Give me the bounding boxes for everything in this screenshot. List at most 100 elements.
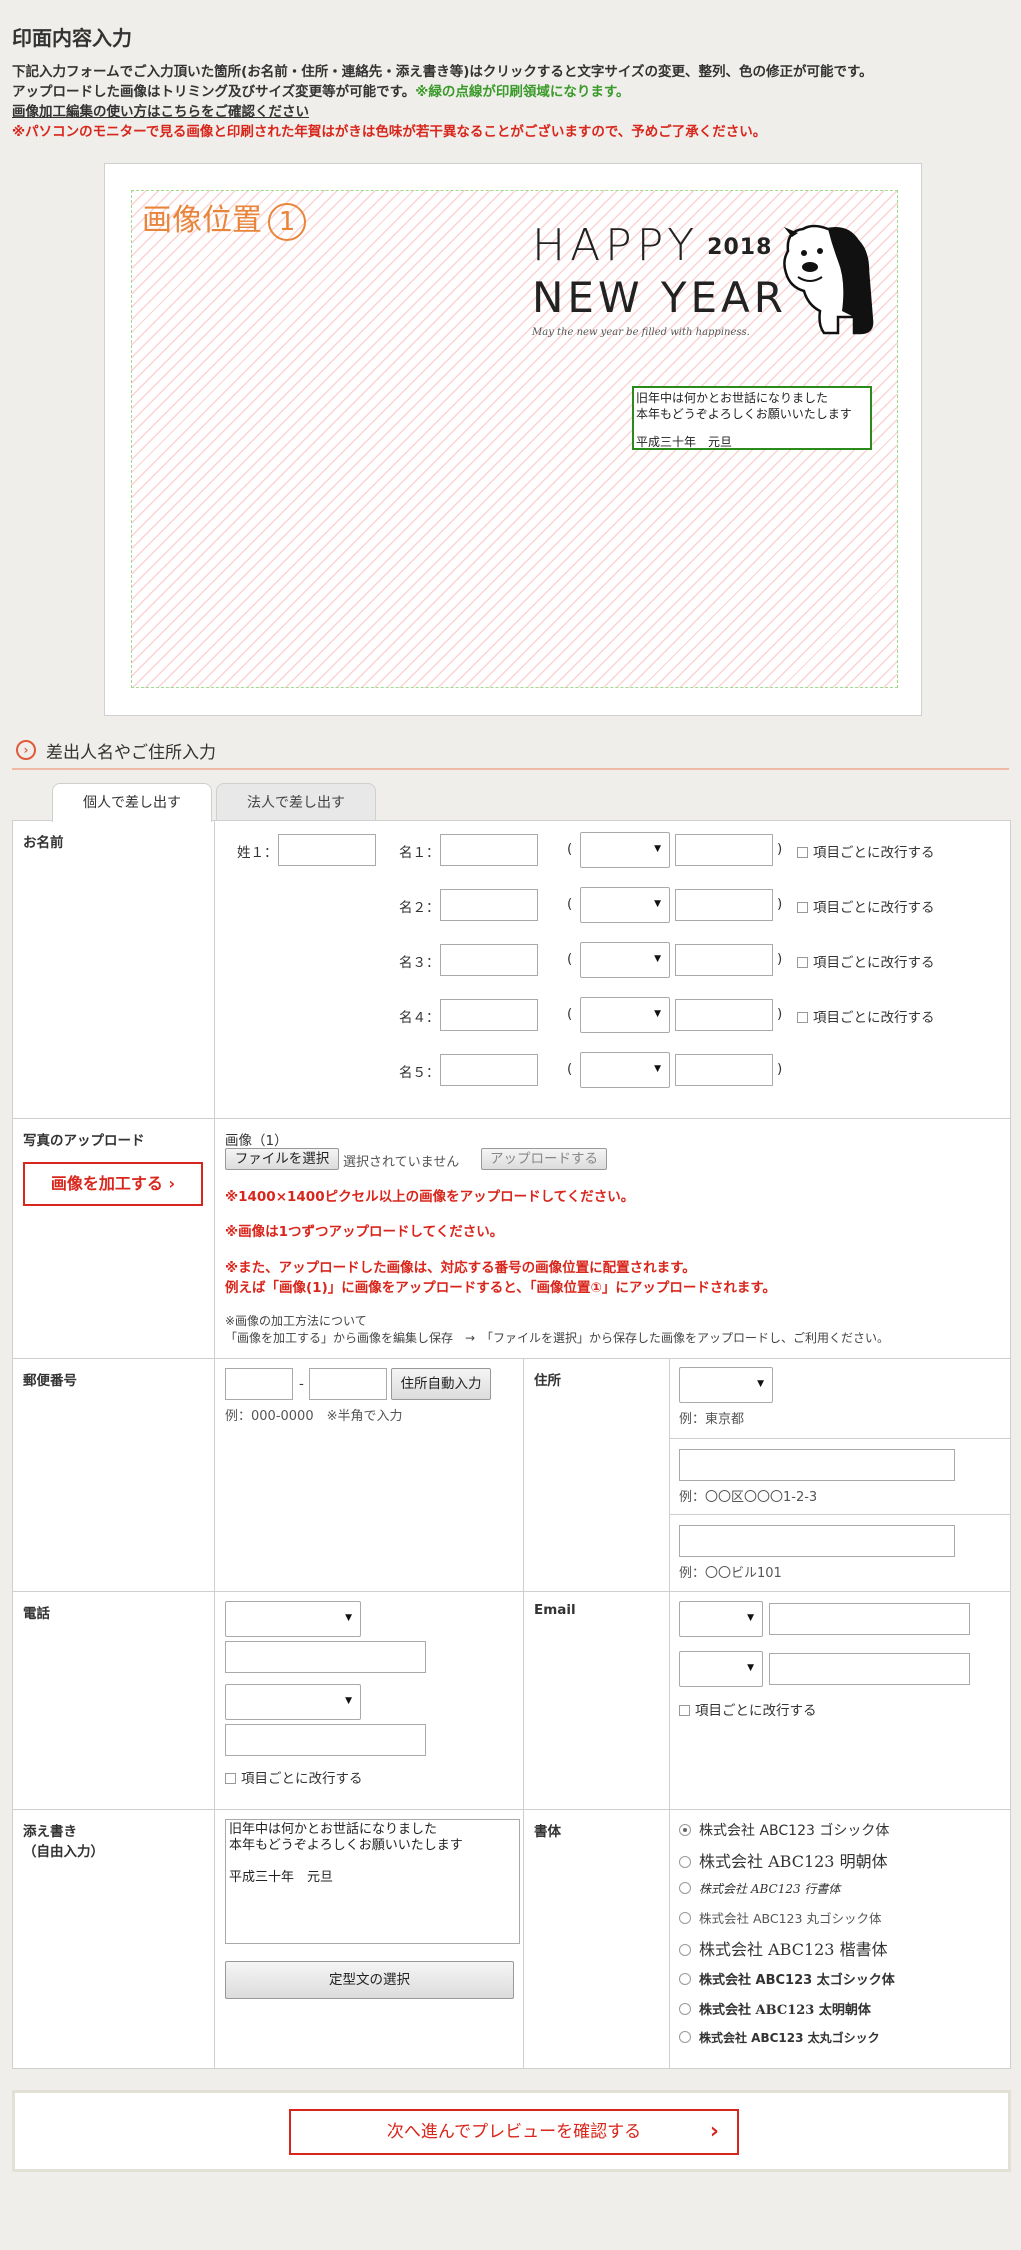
prefecture-example: 例：東京都 <box>679 1412 745 1427</box>
phone-type-2-select[interactable] <box>225 1684 361 1720</box>
postal-code-input-2[interactable] <box>309 1368 387 1400</box>
phone-type-1-select[interactable] <box>225 1601 361 1637</box>
given-name-2-input[interactable] <box>440 889 538 921</box>
phone-1-input[interactable] <box>225 1641 426 1673</box>
chevron-right-icon: › <box>709 2119 719 2144</box>
font-option-bold-mincho[interactable]: 株式会社 ABC123 太明朝体 <box>679 1999 871 2018</box>
font-option-maru-gothic[interactable]: 株式会社 ABC123 丸ゴシック体 <box>679 1908 881 1927</box>
phone-label: 電話 <box>23 1606 50 1622</box>
honorific-5-select[interactable] <box>580 1052 670 1088</box>
linebreak-checkbox-3[interactable]: 項目ごとに改行する <box>797 951 935 971</box>
given-name-1-label: 名１： <box>399 845 440 861</box>
phone-linebreak-checkbox[interactable]: 項目ごとに改行する <box>225 1767 363 1787</box>
email-type-2-select[interactable] <box>679 1651 763 1687</box>
title-4-input[interactable] <box>675 999 773 1031</box>
choose-file-button[interactable]: ファイルを選択 <box>225 1148 339 1170</box>
given-name-1-input[interactable] <box>440 834 538 866</box>
hny-new-year: NEW YEAR <box>532 273 787 322</box>
address-line1-input[interactable] <box>679 1449 955 1481</box>
email-label: Email <box>534 1602 576 1618</box>
color-disclaimer: ※パソコンのモニターで見る画像と印刷された年賀はがきは色味が若干異なることがござ… <box>12 124 767 140</box>
intro-line2: アップロードした画像はトリミング及びサイズ変更等が可能です。※緑の点線が印刷領域… <box>12 82 873 102</box>
next-preview-button[interactable]: 次へ進んでプレビューを確認する › <box>289 2109 739 2155</box>
address-line2-input[interactable] <box>679 1525 955 1557</box>
paren-close: ) <box>777 951 783 967</box>
greeting-line1: 旧年中は何かとお世話になりました <box>636 391 829 405</box>
edit-image-button[interactable]: 画像を加工する › <box>23 1162 203 1206</box>
paren-open: ( <box>567 1006 573 1022</box>
upload-note-example: 例えば「画像(1)」に画像をアップロードすると、「画像位置①」にアップロードされ… <box>225 1280 777 1296</box>
paren-close: ) <box>777 1006 783 1022</box>
postal-code-input-1[interactable] <box>225 1368 293 1400</box>
honorific-4-select[interactable] <box>580 997 670 1033</box>
email-linebreak-checkbox[interactable]: 項目ごとに改行する <box>679 1699 817 1719</box>
given-name-5-input[interactable] <box>440 1054 538 1086</box>
chevron-right-icon: › <box>168 1174 176 1193</box>
linebreak-checkbox-2[interactable]: 項目ごとに改行する <box>797 896 935 916</box>
given-name-3-label: 名３： <box>399 955 440 971</box>
surname-label: 姓１： <box>237 845 278 861</box>
paren-open: ( <box>567 841 573 857</box>
upload-note-size: ※1400×1400ピクセル以上の画像をアップロードしてください。 <box>225 1189 635 1205</box>
card-preview: 画像位置 1 HAPPY 2018 NEW YEAR May the new yea… <box>104 163 922 716</box>
image-position-label: 画像位置 1 <box>142 195 306 241</box>
font-option-gyosho[interactable]: 株式会社 ABC123 行書体 <box>679 1880 840 1897</box>
linebreak-checkbox-4[interactable]: 項目ごとに改行する <box>797 1006 935 1026</box>
prefecture-select[interactable] <box>679 1367 773 1403</box>
tab-corporate[interactable]: 法人で差し出す <box>216 783 376 821</box>
upload-note-one-at-a-time: ※画像は1つずつアップロードしてください。 <box>225 1224 504 1240</box>
greeting-text-box[interactable]: 旧年中は何かとお世話になりました 本年もどうぞよろしくお願いいたします 平成三十… <box>632 386 872 450</box>
note-label: 添え書き <box>23 1824 77 1840</box>
honorific-1-select[interactable] <box>580 832 670 868</box>
hny-happy: HAPPY <box>532 220 700 271</box>
given-name-4-label: 名４： <box>399 1010 440 1026</box>
paren-open: ( <box>567 896 573 912</box>
paren-open: ( <box>567 951 573 967</box>
linebreak-checkbox-1[interactable]: 項目ごとに改行する <box>797 841 935 861</box>
postal-code-label: 郵便番号 <box>23 1373 77 1389</box>
font-option-bold-gothic[interactable]: 株式会社 ABC123 太ゴシック体 <box>679 1969 895 1988</box>
happy-new-year-text: HAPPY 2018 NEW YEAR May the new year be f… <box>532 220 787 339</box>
image-position-text: 画像位置 <box>142 203 262 238</box>
sender-section-header: › 差出人名やご住所入力 <box>12 738 1009 770</box>
given-name-4-input[interactable] <box>440 999 538 1031</box>
image-position-number: 1 <box>268 202 306 241</box>
surname-input[interactable] <box>278 834 376 866</box>
auto-address-button[interactable]: 住所自動入力 <box>391 1368 491 1400</box>
font-option-gothic[interactable]: 株式会社 ABC123 ゴシック体 <box>679 1820 889 1840</box>
upload-button[interactable]: アップロードする <box>481 1148 607 1170</box>
name-label: お名前 <box>23 835 64 851</box>
title-3-input[interactable] <box>675 944 773 976</box>
print-area[interactable]: 画像位置 1 HAPPY 2018 NEW YEAR May the new yea… <box>131 190 898 688</box>
hny-subtitle: May the new year be filled with happines… <box>532 327 750 338</box>
intro-line2-text: アップロードした画像はトリミング及びサイズ変更等が可能です。 <box>12 84 416 100</box>
chevron-right-circle-icon: › <box>16 740 36 760</box>
paren-open: ( <box>567 1061 573 1077</box>
font-option-mincho[interactable]: 株式会社 ABC123 明朝体 <box>679 1848 888 1872</box>
template-select-button[interactable]: 定型文の選択 <box>225 1961 514 1999</box>
hny-year: 2018 <box>707 235 773 260</box>
honorific-3-select[interactable] <box>580 942 670 978</box>
postal-dash: - <box>299 1376 304 1392</box>
next-step-area: 次へ進んでプレビューを確認する › <box>12 2090 1011 2172</box>
font-option-kaisho[interactable]: 株式会社 ABC123 楷書体 <box>679 1936 888 1960</box>
tab-individual[interactable]: 個人で差し出す <box>52 783 212 822</box>
font-option-bold-maru-gothic[interactable]: 株式会社 ABC123 太丸ゴシック <box>679 2029 880 2046</box>
image-edit-help-link[interactable]: 画像加工編集の使い方はこちらをご確認ください <box>12 104 309 120</box>
honorific-2-select[interactable] <box>580 887 670 923</box>
email-1-input[interactable] <box>769 1603 970 1635</box>
sender-form: お名前 姓１： 名１： ( ) 項目ごとに改行する 名２： ( ) 項目ごとに改… <box>12 820 1011 2069</box>
email-type-1-select[interactable] <box>679 1601 763 1637</box>
title-5-input[interactable] <box>675 1054 773 1086</box>
title-2-input[interactable] <box>675 889 773 921</box>
email-2-input[interactable] <box>769 1653 970 1685</box>
given-name-3-input[interactable] <box>440 944 538 976</box>
phone-2-input[interactable] <box>225 1724 426 1756</box>
greeting-line3: 平成三十年 元旦 <box>636 435 733 449</box>
title-1-input[interactable] <box>675 834 773 866</box>
photo-upload-label: 写真のアップロード <box>23 1133 145 1149</box>
postal-example: 例：000-0000 ※半角で入力 <box>225 1409 403 1424</box>
address-line1-example: 例：〇〇区〇〇〇1-2-3 <box>679 1490 818 1505</box>
paren-close: ) <box>777 896 783 912</box>
note-textarea[interactable] <box>225 1819 520 1944</box>
